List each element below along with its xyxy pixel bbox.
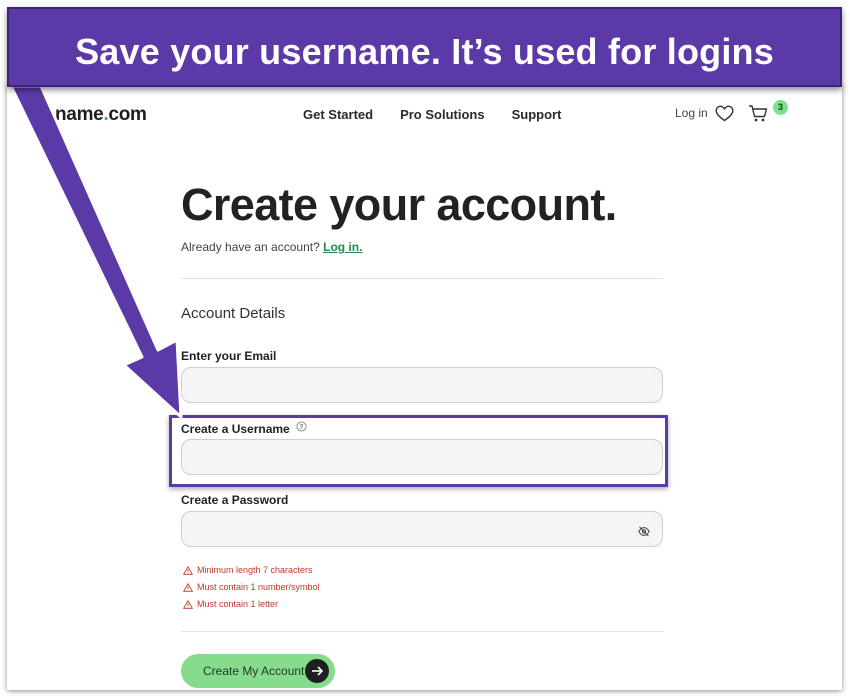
login-prompt: Already have an account? Log in.	[181, 240, 362, 254]
banner-text: Save your username. It’s used for logins	[75, 31, 774, 72]
nav-support[interactable]: Support	[512, 107, 562, 122]
section-title: Account Details	[181, 305, 286, 322]
warning-icon	[183, 565, 193, 575]
nav-get-started[interactable]: Get Started	[303, 107, 373, 122]
email-field[interactable]	[181, 367, 663, 403]
create-account-label: Create My Account	[203, 664, 305, 678]
password-field[interactable]	[181, 511, 663, 547]
password-rule-text: Minimum length 7 characters	[197, 565, 313, 575]
logo-suffix: com	[108, 104, 147, 125]
login-link[interactable]: Log in.	[323, 240, 362, 254]
eye-slash-icon[interactable]	[638, 524, 650, 542]
heart-icon[interactable]	[715, 105, 734, 127]
divider	[181, 278, 663, 279]
password-rule: Must contain 1 letter	[183, 599, 278, 609]
warning-icon	[183, 599, 193, 609]
password-rule-text: Must contain 1 number/symbol	[197, 582, 320, 592]
password-rule: Minimum length 7 characters	[183, 565, 313, 575]
divider	[181, 631, 663, 632]
password-rule: Must contain 1 number/symbol	[183, 582, 320, 592]
cart-count-badge: 3	[773, 100, 788, 115]
cart-icon[interactable]	[748, 104, 768, 128]
nav-pro-solutions[interactable]: Pro Solutions	[400, 107, 485, 122]
password-label: Create a Password	[181, 493, 289, 507]
create-account-button[interactable]: Create My Account	[181, 654, 335, 688]
instruction-banner: Save your username. It’s used for logins	[7, 7, 842, 87]
password-rule-text: Must contain 1 letter	[197, 599, 279, 609]
logo[interactable]: name.com	[55, 104, 147, 126]
login-prompt-text: Already have an account?	[181, 240, 320, 254]
logo-prefix: name	[55, 104, 104, 125]
warning-icon	[183, 582, 193, 592]
page-title: Create your account.	[181, 179, 617, 230]
browser-page: name.com Get Started Pro Solutions Suppo…	[7, 84, 842, 690]
arrow-right-icon	[305, 659, 329, 683]
main-nav: Get Started Pro Solutions Support	[303, 107, 561, 122]
username-highlight-box	[169, 415, 668, 487]
header-login-link[interactable]: Log in	[675, 106, 708, 120]
email-label: Enter your Email	[181, 349, 277, 363]
